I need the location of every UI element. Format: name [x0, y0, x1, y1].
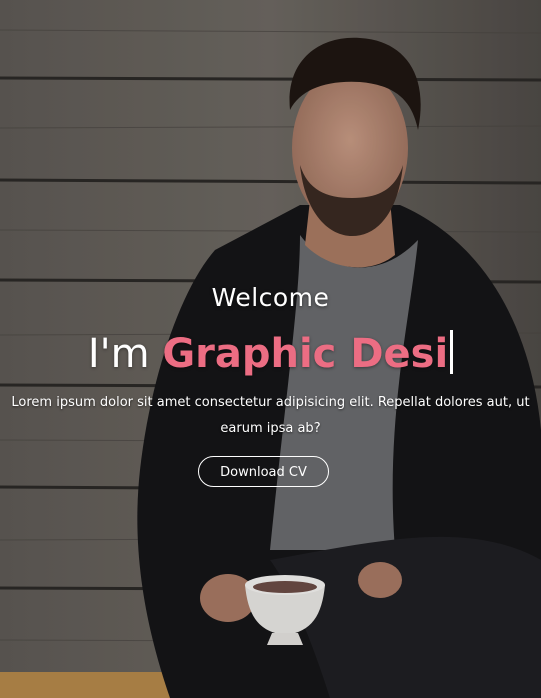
- hero-description: Lorem ipsum dolor sit amet consectetur a…: [11, 395, 530, 436]
- hero-headline: I'm Graphic Desi: [0, 326, 541, 382]
- hero-headline-prefix: I'm: [87, 331, 163, 377]
- hero-content: Welcome I'm Graphic Desi Lorem ipsum dol…: [0, 0, 541, 698]
- hero-welcome-text: Welcome: [211, 283, 330, 312]
- hero-typed-role: Graphic Desi: [162, 331, 449, 377]
- typing-cursor: [450, 330, 454, 374]
- download-cv-button[interactable]: Download CV: [198, 456, 329, 487]
- hero-section: Welcome I'm Graphic Desi Lorem ipsum dol…: [0, 0, 541, 698]
